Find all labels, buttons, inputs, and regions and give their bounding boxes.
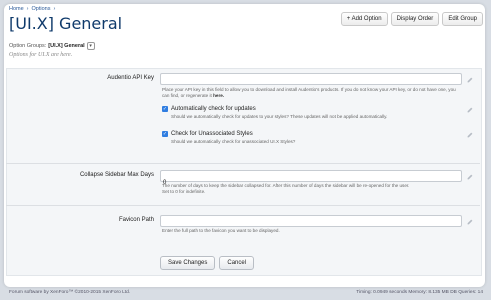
- footer-copyright[interactable]: Forum software by XenForo™ ©2010-2015 Xe…: [9, 290, 130, 295]
- auto-check-option[interactable]: ✓ Automatically check for updates: [162, 106, 256, 112]
- section-divider: [6, 205, 480, 206]
- unassociated-checkbox[interactable]: ✓: [162, 131, 168, 137]
- api-key-label: Audentio API Key: [107, 75, 154, 81]
- group-description: Options for UI.X are here.: [9, 52, 73, 58]
- cancel-button[interactable]: Cancel: [219, 256, 255, 270]
- edit-pencil-icon[interactable]: [466, 173, 474, 181]
- breadcrumb-options[interactable]: Options: [32, 6, 51, 12]
- edit-pencil-icon[interactable]: [466, 106, 474, 114]
- auto-check-checkbox[interactable]: ✓: [162, 106, 168, 112]
- collapse-days-input[interactable]: 0: [160, 170, 462, 186]
- collapse-days-help: The number of days to keep the sidebar c…: [162, 183, 462, 195]
- edit-group-button[interactable]: Edit Group: [442, 12, 483, 26]
- api-key-help: Place your API key in this field to allo…: [162, 87, 462, 99]
- collapse-days-help-line2: Set to 0 for indefinite.: [162, 189, 206, 194]
- unassociated-option[interactable]: ✓ Check for Unassociated Styles: [162, 131, 253, 137]
- breadcrumb-home[interactable]: Home: [9, 6, 24, 12]
- auto-check-label: Automatically check for updates: [171, 106, 256, 112]
- add-option-button[interactable]: + Add Option: [340, 12, 388, 26]
- footer-debug-info: Timing: 0.0949 seconds Memory: 8.135 MB …: [356, 290, 483, 295]
- option-groups: Option Groups: [UI.X] General ▾: [9, 42, 95, 50]
- edit-pencil-icon[interactable]: [466, 131, 474, 139]
- breadcrumb-separator-icon: ›: [26, 6, 29, 12]
- unassociated-help: Should we automatically check for unasso…: [171, 139, 296, 144]
- auto-check-help: Should we automatically check for update…: [171, 114, 388, 119]
- top-actions: + Add Option Display Order Edit Group: [340, 12, 483, 26]
- option-groups-label: Option Groups:: [9, 43, 47, 49]
- api-key-help-text: Place your API key in this field to allo…: [162, 87, 456, 98]
- api-key-help-link[interactable]: here.: [213, 93, 224, 98]
- page-title: [UI.X] General: [9, 14, 123, 33]
- favicon-help: Enter the full path to the favicon you w…: [162, 228, 280, 233]
- section-divider: [6, 163, 480, 164]
- form-actions: Save Changes Cancel: [160, 256, 255, 270]
- breadcrumb-separator-icon: ›: [53, 6, 56, 12]
- save-changes-button[interactable]: Save Changes: [160, 256, 216, 270]
- favicon-label: Favicon Path: [118, 217, 154, 223]
- edit-pencil-icon[interactable]: [466, 218, 474, 226]
- collapse-days-label: Collapse Sidebar Max Days: [79, 172, 154, 178]
- unassociated-label: Check for Unassociated Styles: [171, 131, 253, 137]
- option-groups-value[interactable]: [UI.X] General: [48, 43, 84, 49]
- favicon-input[interactable]: [160, 215, 462, 227]
- chevron-down-icon[interactable]: ▾: [86, 42, 95, 50]
- edit-pencil-icon[interactable]: [466, 76, 474, 84]
- api-key-input[interactable]: [160, 73, 462, 85]
- breadcrumb: Home › Options ›: [9, 6, 55, 12]
- display-order-button[interactable]: Display Order: [390, 12, 440, 26]
